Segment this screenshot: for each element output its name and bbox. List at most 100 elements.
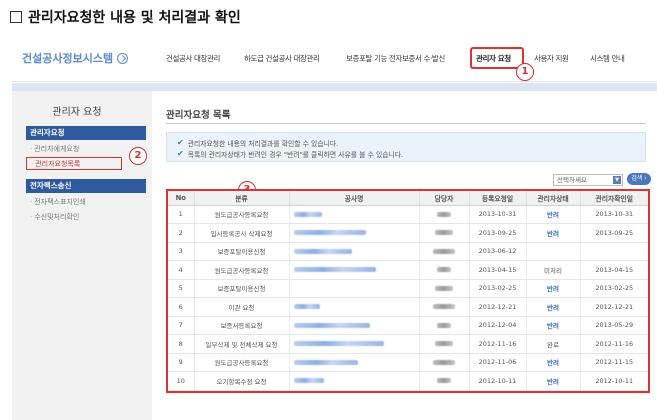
cell-category: 보증포탈이용신청 xyxy=(193,242,289,261)
cell-admin-status[interactable]: 반려 xyxy=(525,353,580,372)
sidebar-item-fax-cover-print[interactable]: · 전자팩스표지인쇄 xyxy=(26,196,146,209)
redacted-project-name xyxy=(293,341,384,347)
table-row[interactable]: 4 원도급공사등록요청 2013-04-15 미처리 2013-04-15 xyxy=(168,260,648,280)
cell-request-date: 2013-10-31 xyxy=(468,205,526,224)
cell-no: 1 xyxy=(168,205,194,224)
redacted-project-name xyxy=(293,304,320,310)
cell-request-date: 2012-10-11 xyxy=(468,371,526,391)
column-header: 관리자상태 xyxy=(525,191,580,206)
redacted-project-name xyxy=(293,378,324,384)
table-row[interactable]: 10 오기항목수정 요청 2012-10-11 반려 2012-10-11 xyxy=(168,371,648,391)
column-header: 관리자확인일 xyxy=(579,191,648,206)
home-icon[interactable] xyxy=(117,52,129,64)
search-button[interactable]: 검색 › xyxy=(627,173,651,185)
sidebar-item-request-to-admin[interactable]: · 관리자에게요청 xyxy=(26,143,146,156)
cell-confirm-date xyxy=(579,242,648,261)
nav-construction-ledger[interactable]: 건설공사 대장관리 xyxy=(166,53,220,64)
sidebar-item-request-list[interactable]: · 관리자요청목록 xyxy=(26,157,122,170)
table-header-row: No 분류 공사명 담당자 등록요청일 관리자상태 관리자확인일 xyxy=(168,191,648,206)
sidebar-item-label: 관리자에게요청 xyxy=(34,145,80,153)
nav-highlight-box xyxy=(470,47,524,69)
sidebar-item-label: 전자팩스표지인쇄 xyxy=(34,198,86,206)
sidebar: 관리자 요청 관리자요청 · 관리자에게요청 · 관리자요청목록 2 전자팩스송신 … xyxy=(12,91,152,420)
cell-project-name xyxy=(288,297,419,317)
check-icon: ✔ xyxy=(177,138,184,147)
cell-admin-status[interactable]: 반려 xyxy=(525,316,580,335)
cell-project-name xyxy=(288,334,419,354)
sidebar-item-label: 관리자요청목록 xyxy=(35,160,81,168)
cell-manager xyxy=(418,242,469,261)
logo-text: 건설공사정보시스템 xyxy=(22,52,114,65)
table-row[interactable]: 8 일부삭제 및 전체삭제 요청 2012-11-16 완료 2012-11-16 xyxy=(168,334,648,354)
table-row[interactable]: 9 원도급공사등록요청 2012-11-06 반려 2012-11-15 xyxy=(168,353,648,372)
redacted-project-name xyxy=(293,359,358,365)
cell-request-date: 2012-11-06 xyxy=(468,353,526,372)
cell-manager xyxy=(418,353,469,372)
cell-no: 2 xyxy=(168,223,194,243)
cell-admin-status[interactable]: 반려 xyxy=(525,297,580,317)
cell-manager xyxy=(418,279,469,298)
nav-guarantee-portal[interactable]: 보증포탈 기능 전자보증서 수·발신 xyxy=(346,53,445,64)
table-row[interactable]: 3 보증포탈이용신청 2013-06-12 xyxy=(168,242,648,261)
redacted-project-name xyxy=(293,230,366,236)
sidebar-title: 관리자 요청 xyxy=(52,107,102,118)
cell-confirm-date: 2012-11-15 xyxy=(579,353,648,372)
cell-admin-status[interactable]: 반려 xyxy=(525,279,580,298)
site-logo[interactable]: 건설공사정보시스템 xyxy=(22,50,129,66)
cell-admin-status[interactable]: 반려 xyxy=(525,223,580,243)
redacted-project-name xyxy=(293,248,352,254)
cell-category: 보증서등록요청 xyxy=(193,316,289,335)
cell-project-name xyxy=(288,205,419,224)
cell-request-date: 2013-04-15 xyxy=(468,260,526,280)
redacted-manager xyxy=(435,285,453,291)
cell-project-name xyxy=(288,242,419,261)
cell-admin-status xyxy=(525,242,580,261)
cell-category: 입시등록공사 삭제요청 xyxy=(193,223,289,243)
checkbox-square-icon xyxy=(10,11,22,23)
table-row[interactable]: 1 원도급공사등록요청 2013-10-31 반려 2013-10-31 xyxy=(168,205,648,224)
cell-no: 7 xyxy=(168,316,194,335)
request-table-frame: No 분류 공사명 담당자 등록요청일 관리자상태 관리자확인일 1 원도급공사등… xyxy=(166,189,650,393)
cell-manager xyxy=(418,297,469,317)
redacted-project-name xyxy=(293,267,376,273)
nav-subcontract-ledger[interactable]: 하도급 건설공사 대장관리 xyxy=(244,53,320,64)
redacted-project-name xyxy=(293,322,370,328)
callout-badge-1: 1 xyxy=(516,63,534,81)
cell-request-date: 2013-09-25 xyxy=(468,223,526,243)
sidebar-section-efax[interactable]: 전자팩스송신 xyxy=(26,179,146,193)
cell-no: 9 xyxy=(168,353,194,372)
nav-user-support[interactable]: 사용자 지원 xyxy=(534,53,569,64)
cell-confirm-date: 2013-04-15 xyxy=(579,260,648,280)
filter-select[interactable]: 선택하세요 ▼ xyxy=(553,174,623,186)
cell-project-name xyxy=(288,223,419,243)
cell-admin-status[interactable]: 반려 xyxy=(525,371,580,391)
cell-request-date: 2012-12-21 xyxy=(468,297,526,317)
cell-no: 4 xyxy=(168,260,194,280)
cell-manager xyxy=(418,205,469,224)
document-heading: 관리자요청한 내용 및 처리결과 확인 xyxy=(10,6,241,28)
cell-category: 일부삭제 및 전체삭제 요청 xyxy=(193,334,289,354)
table-row[interactable]: 6 이관 요청 2012-12-21 반려 2012-12-21 xyxy=(168,297,648,317)
table-row[interactable]: 2 입시등록공사 삭제요청 2013-09-25 반려 2013-09-25 xyxy=(168,223,648,243)
redacted-manager xyxy=(437,267,451,273)
sidebar-section-admin-request[interactable]: 관리자요청 xyxy=(26,126,146,140)
cell-manager xyxy=(418,371,469,391)
cell-category: 원도급공사등록요청 xyxy=(193,260,289,280)
cell-confirm-date: 2012-11-16 xyxy=(579,334,648,354)
cell-category: 오기항목수정 요청 xyxy=(193,371,289,391)
redacted-manager xyxy=(437,322,451,328)
redacted-manager xyxy=(433,248,455,254)
chevron-down-icon[interactable]: ▼ xyxy=(613,176,621,184)
cell-confirm-date: 2013-05-29 xyxy=(579,316,648,335)
cell-manager xyxy=(418,223,469,243)
bullet-icon: · xyxy=(30,198,33,206)
sidebar-item-label: 수신및처리확인 xyxy=(34,213,80,221)
table-row[interactable]: 5 보증포탈이용신청 2013-02-25 반려 2013-02-25 xyxy=(168,279,648,298)
cell-project-name xyxy=(288,260,419,280)
column-header: 분류 xyxy=(193,191,289,206)
nav-system-guide[interactable]: 시스템 안내 xyxy=(590,53,625,64)
sidebar-item-receive-confirm[interactable]: · 수신및처리확인 xyxy=(26,211,146,224)
cell-request-date: 2012-12-04 xyxy=(468,316,526,335)
cell-admin-status[interactable]: 반려 xyxy=(525,205,580,224)
table-row[interactable]: 7 보증서등록요청 2012-12-04 반려 2013-05-29 xyxy=(168,316,648,335)
